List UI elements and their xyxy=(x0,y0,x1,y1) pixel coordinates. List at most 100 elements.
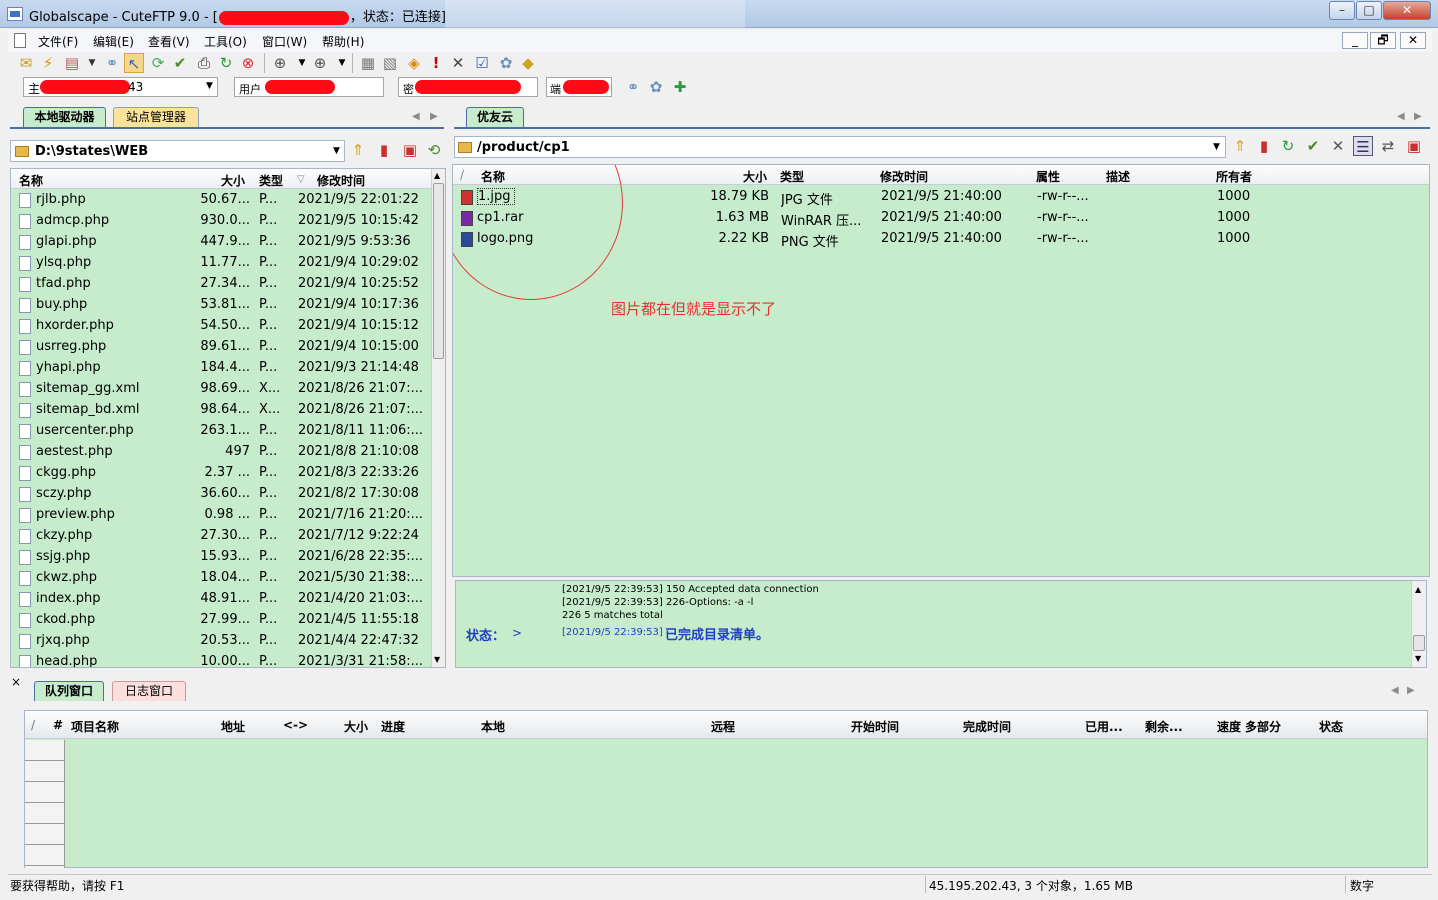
col-elapsed[interactable]: 已用... xyxy=(1085,718,1123,735)
scroll-up-icon[interactable]: ▲ xyxy=(434,171,440,180)
col-type[interactable]: 类型 xyxy=(780,168,804,185)
menu-edit[interactable]: 编辑(E) xyxy=(93,33,134,50)
table-row[interactable]: yhapi.php 184.4... P... 2021/9/3 21:14:48 xyxy=(11,358,431,379)
col-modified[interactable]: 修改时间 xyxy=(317,172,365,189)
col-item[interactable]: 项目名称 xyxy=(71,718,119,735)
scroll-thumb[interactable] xyxy=(433,183,444,359)
table-row[interactable]: rjxq.php 20.53... P... 2021/4/4 22:47:32 xyxy=(11,631,431,652)
tab-scroll-right-icon[interactable]: ▶ xyxy=(1414,111,1422,122)
tab-queue[interactable]: 队列窗口 xyxy=(34,681,104,701)
col-status[interactable]: 状态 xyxy=(1319,718,1343,735)
col-type[interactable]: 类型 xyxy=(259,172,283,189)
filter-icon[interactable]: ✔ xyxy=(1303,136,1323,156)
download-icon[interactable]: ⊕ xyxy=(270,53,290,73)
col-desc[interactable]: 描述 xyxy=(1106,168,1130,185)
table-row[interactable]: ckod.php 27.99... P... 2021/4/5 11:55:18 xyxy=(11,610,431,631)
path-dropdown-icon[interactable]: ▼ xyxy=(333,146,340,156)
tab-site-manager[interactable]: 站点管理器 xyxy=(113,107,199,127)
add-site-icon[interactable]: ✚ xyxy=(670,77,690,97)
table-row[interactable]: rjlb.php 50.67... P... 2021/9/5 22:01:22 xyxy=(11,190,431,211)
select-tool-icon[interactable]: ↖ xyxy=(124,53,144,73)
col-modified[interactable]: 修改时间 xyxy=(880,168,928,185)
new-site-dropdown-icon[interactable]: ▼ xyxy=(82,53,102,73)
col-num[interactable]: # xyxy=(53,718,63,732)
tab-scroll-left-icon[interactable]: ◀ xyxy=(412,111,420,122)
host-dropdown-icon[interactable]: ▼ xyxy=(206,81,213,91)
bookmark-icon[interactable]: ▮ xyxy=(374,140,394,160)
port-field[interactable]: 端 xyxy=(546,77,612,97)
col-owner[interactable]: 所有者 xyxy=(1216,168,1252,185)
scroll-up-icon[interactable]: ▲ xyxy=(1415,585,1421,594)
scroll-down-icon[interactable]: ▼ xyxy=(434,655,440,664)
mdi-minimize-button[interactable]: _ xyxy=(1342,32,1368,49)
col-speed[interactable]: 速度 xyxy=(1217,718,1241,735)
up-folder-icon[interactable]: ⇑ xyxy=(348,140,368,160)
tab-scroll-left-icon[interactable]: ◀ xyxy=(1397,111,1405,122)
menu-tools[interactable]: 工具(O) xyxy=(204,33,247,50)
new-folder-icon[interactable]: ◈ xyxy=(404,53,424,73)
delete-icon[interactable]: ✕ xyxy=(1328,136,1348,156)
col-finish-time[interactable]: 完成时间 xyxy=(963,718,1011,735)
compare-icon[interactable]: ⇄ xyxy=(1378,136,1398,156)
execute-icon[interactable]: ! xyxy=(426,53,446,73)
tab-scroll-left-icon[interactable]: ◀ xyxy=(1391,685,1399,696)
table-row[interactable]: hxorder.php 54.50... P... 2021/9/4 10:15:12 xyxy=(11,316,431,337)
delete-icon[interactable]: ✕ xyxy=(448,53,468,73)
refresh-icon[interactable]: ↻ xyxy=(1278,136,1298,156)
col-name[interactable]: 名称 xyxy=(19,172,43,189)
connect-icon[interactable]: ⚭ xyxy=(623,77,643,97)
minimize-button[interactable]: – xyxy=(1329,1,1355,20)
mdi-close-button[interactable]: ✕ xyxy=(1400,32,1426,49)
col-size[interactable]: 大小 xyxy=(344,718,368,735)
close-button[interactable]: ✕ xyxy=(1383,1,1431,20)
tab-remote-site[interactable]: 优友云 xyxy=(466,107,524,127)
table-row[interactable]: usrreg.php 89.61... P... 2021/9/4 10:15:00 xyxy=(11,337,431,358)
mdi-restore-button[interactable]: 🗗 xyxy=(1370,32,1396,49)
settings-icon[interactable]: ✿ xyxy=(646,77,666,97)
filter-icon[interactable]: ✔ xyxy=(170,53,190,73)
properties-icon[interactable]: ▦ xyxy=(358,53,378,73)
table-row[interactable]: index.php 48.91... P... 2021/4/20 21:03:... xyxy=(11,589,431,610)
col-progress[interactable]: 进度 xyxy=(381,718,405,735)
scroll-thumb[interactable] xyxy=(1413,635,1425,651)
local-scrollbar[interactable]: ▲ ▼ xyxy=(431,169,445,667)
col-addr[interactable]: 地址 xyxy=(221,718,245,735)
col-sort[interactable]: / xyxy=(31,718,35,732)
table-row[interactable]: ckwz.php 18.04... P... 2021/5/30 21:38:... xyxy=(11,568,431,589)
properties-icon[interactable]: ▣ xyxy=(400,140,420,160)
tab-log[interactable]: 日志窗口 xyxy=(112,681,186,701)
table-row[interactable]: admcp.php 930.0... P... 2021/9/5 10:15:42 xyxy=(11,211,431,232)
table-row[interactable]: ssjg.php 15.93... P... 2021/6/28 22:35:... xyxy=(11,547,431,568)
reconnect-icon[interactable]: ⟳ xyxy=(148,53,168,73)
quick-connect-icon[interactable]: ⚡ xyxy=(38,53,58,73)
col-local[interactable]: 本地 xyxy=(481,718,505,735)
table-row[interactable]: ylsq.php 11.77... P... 2021/9/4 10:29:02 xyxy=(11,253,431,274)
table-row[interactable]: sitemap_gg.xml 98.69... X... 2021/8/26 21:0… xyxy=(11,379,431,400)
table-row[interactable]: sitemap_bd.xml 98.64... X... 2021/8/26 21:0… xyxy=(11,400,431,421)
col-attrs[interactable]: 属性 xyxy=(1036,168,1060,185)
menu-view[interactable]: 查看(V) xyxy=(148,33,190,50)
connect-icon[interactable]: ⚭ xyxy=(102,53,122,73)
col-remote[interactable]: 远程 xyxy=(711,718,735,735)
col-remaining[interactable]: 剩余... xyxy=(1145,718,1183,735)
table-row[interactable]: preview.php 0.98 ... P... 2021/7/16 21:20:.… xyxy=(11,505,431,526)
col-size[interactable]: 大小 xyxy=(221,172,245,189)
up-folder-icon[interactable]: ⇑ xyxy=(1230,136,1250,156)
col-start-time[interactable]: 开始时间 xyxy=(851,718,899,735)
table-row[interactable]: tfad.php 27.34... P... 2021/9/4 10:25:52 xyxy=(11,274,431,295)
view-mode-icon[interactable]: ☰ xyxy=(1353,136,1373,156)
log-scrollbar[interactable]: ▲ ▼ xyxy=(1411,581,1426,667)
sync-icon[interactable]: ⟲ xyxy=(424,140,444,160)
table-row[interactable]: aestest.php 497 P... 2021/8/8 21:10:08 xyxy=(11,442,431,463)
table-row[interactable]: ckgg.php 2.37 ... P... 2021/8/3 22:33:26 xyxy=(11,463,431,484)
table-row[interactable]: buy.php 53.81... P... 2021/9/4 10:17:36 xyxy=(11,295,431,316)
table-row[interactable]: sczy.php 36.60... P... 2021/8/2 17:30:08 xyxy=(11,484,431,505)
reload-icon[interactable]: ↻ xyxy=(216,53,236,73)
connect-wizard-icon[interactable]: ✉ xyxy=(16,53,36,73)
col-direction[interactable]: <-> xyxy=(283,718,308,732)
scroll-down-icon[interactable]: ▼ xyxy=(1415,654,1421,663)
upload-dropdown-icon[interactable]: ▼ xyxy=(332,53,352,73)
host-field[interactable]: 主 43 ▼ xyxy=(23,77,218,97)
edit-icon[interactable]: ▧ xyxy=(380,53,400,73)
col-multipart[interactable]: 多部分 xyxy=(1245,718,1281,735)
